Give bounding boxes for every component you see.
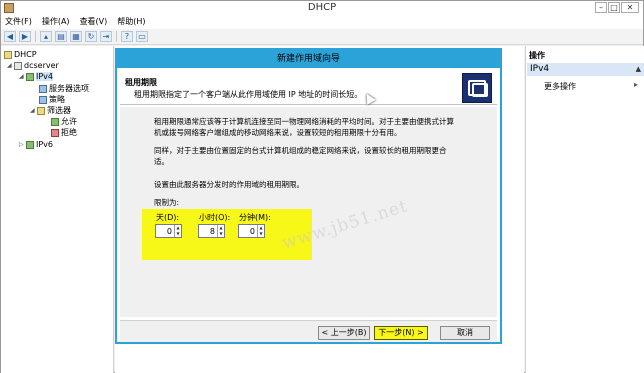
cancel-button[interactable]: 取消 xyxy=(440,326,490,340)
ipv4-icon xyxy=(26,72,34,81)
menu-file[interactable]: 文件(F) xyxy=(5,15,32,29)
title-bar: DHCP – □ ✕ xyxy=(1,1,643,15)
tree-item-filters[interactable]: ◢ 筛选器 xyxy=(30,105,71,116)
next-button[interactable]: 下一步(N) > xyxy=(374,326,428,340)
help-icon[interactable]: ? xyxy=(121,31,133,42)
wizard-body: 租用期限通常应该等于计算机连接至同一物理网络消耗的平均时间。对于主要由便携式计算… xyxy=(120,107,497,317)
close-button[interactable]: ✕ xyxy=(621,2,639,13)
deny-icon xyxy=(51,128,59,137)
more-actions-link[interactable]: 更多操作 xyxy=(544,81,576,92)
wizard-buttons: < 上一步(B) 下一步(N) > 取消 xyxy=(120,320,497,342)
chevron-right-icon: ▸ xyxy=(633,80,638,89)
ipv6-icon xyxy=(26,140,34,149)
server-icon xyxy=(14,61,22,70)
tree-item-server[interactable]: ◢ dcserver xyxy=(7,61,59,70)
minimize-button[interactable]: – xyxy=(595,2,607,13)
tree-item-ipv6[interactable]: ▷ IPv6 xyxy=(19,140,53,149)
hours-label: 小时(O): xyxy=(199,213,231,222)
expand-icon[interactable]: ▷ xyxy=(19,141,24,148)
spin-down-icon: ▼ xyxy=(259,231,263,236)
minutes-spinner[interactable]: 0 ▲ ▼ xyxy=(238,224,265,238)
header-subtitle: 租用期限指定了一个客户端从此作用域使用 IP 地址的时间长短。 xyxy=(134,90,363,99)
allow-icon xyxy=(51,117,59,126)
dhcp-window: DHCP – □ ✕ 文件(F) 操作(A) 查看(V) 帮助(H) ◀ ▶ ▴… xyxy=(0,0,644,373)
actions-title: 操作 xyxy=(529,51,545,60)
toolbar: ◀ ▶ ▴ ▤ ▦ ↻ ⇥ ? ▭ xyxy=(1,29,643,45)
folder-up-icon[interactable]: ▴ xyxy=(40,31,52,42)
tree-item-allow[interactable]: 允许 xyxy=(51,116,77,127)
filter-icon xyxy=(37,106,45,115)
days-spinner[interactable]: 0 ▲ ▼ xyxy=(155,224,182,238)
options-icon xyxy=(39,84,47,93)
collapse-icon[interactable]: ◢ xyxy=(30,107,35,114)
header-title: 租用期限 xyxy=(125,78,157,87)
days-label: 天(D): xyxy=(156,213,180,222)
wizard-header: 租用期限 租用期限指定了一个客户端从此作用域使用 IP 地址的时间长短。 xyxy=(120,71,497,105)
menu-help[interactable]: 帮助(H) xyxy=(117,15,145,29)
spin-down-icon: ▼ xyxy=(176,231,180,236)
tree-item-dhcp[interactable]: DHCP xyxy=(4,50,37,59)
collapse-up-icon[interactable]: ▲ xyxy=(636,63,641,76)
tree-item-server-options[interactable]: 服务器选项 xyxy=(39,83,89,94)
tree-item-policies[interactable]: 策略 xyxy=(39,94,65,105)
collapse-icon[interactable]: ◢ xyxy=(7,62,12,69)
spin-down-icon: ▼ xyxy=(219,231,223,236)
minutes-label: 分钟(M): xyxy=(239,213,271,222)
collapse-icon[interactable]: ◢ xyxy=(19,73,24,80)
menu-view[interactable]: 查看(V) xyxy=(80,15,108,29)
lease-prompt: 设置由此服务器分发时的作用域的租用期限。 xyxy=(154,180,304,189)
menu-bar: 文件(F) 操作(A) 查看(V) 帮助(H) xyxy=(1,15,643,29)
new-scope-wizard-dialog: 新建作用域向导 租用期限 租用期限指定了一个客户端从此作用域使用 IP 地址的时… xyxy=(115,48,502,344)
wizard-lease-icon xyxy=(462,73,492,103)
maximize-button[interactable]: □ xyxy=(608,2,620,13)
console-tree-icon[interactable]: ▤ xyxy=(55,31,67,42)
properties-icon[interactable]: ▦ xyxy=(70,31,82,42)
export-icon[interactable]: ⇥ xyxy=(100,31,112,42)
lease-description-2: 同样，对于主要由位置固定的台式计算机组成的稳定网络来说，设置较长的租用期限更合 … xyxy=(154,146,447,166)
monitor-icon[interactable]: ▭ xyxy=(136,31,148,42)
dialog-title: 新建作用域向导 xyxy=(117,50,500,68)
policies-icon xyxy=(39,95,47,104)
menu-action[interactable]: 操作(A) xyxy=(42,15,70,29)
tree-item-ipv4[interactable]: ◢ IPv4 xyxy=(19,72,54,81)
limit-label: 限制为: xyxy=(154,198,180,207)
back-button[interactable]: < 上一步(B) xyxy=(318,326,370,340)
console-tree: DHCP ◢ dcserver ◢ IPv4 服务器选项 策略 ◢ 筛选器 允许 xyxy=(1,46,114,373)
lease-description-1: 租用期限通常应该等于计算机连接至同一物理网络消耗的平均时间。对于主要由便携式计算… xyxy=(154,117,454,137)
forward-arrow-icon[interactable]: ▶ xyxy=(19,31,31,42)
refresh-icon[interactable]: ↻ xyxy=(85,31,97,42)
tree-item-deny[interactable]: 拒绝 xyxy=(51,127,77,138)
window-title: DHCP xyxy=(307,2,337,13)
back-arrow-icon[interactable]: ◀ xyxy=(4,31,16,42)
actions-pane: 操作 IPv4 ▲ 更多操作 ▸ xyxy=(525,46,644,373)
hours-spinner[interactable]: 8 ▲ ▼ xyxy=(198,224,225,238)
dhcp-icon xyxy=(4,50,12,59)
actions-section-header[interactable]: IPv4 ▲ xyxy=(527,63,644,76)
